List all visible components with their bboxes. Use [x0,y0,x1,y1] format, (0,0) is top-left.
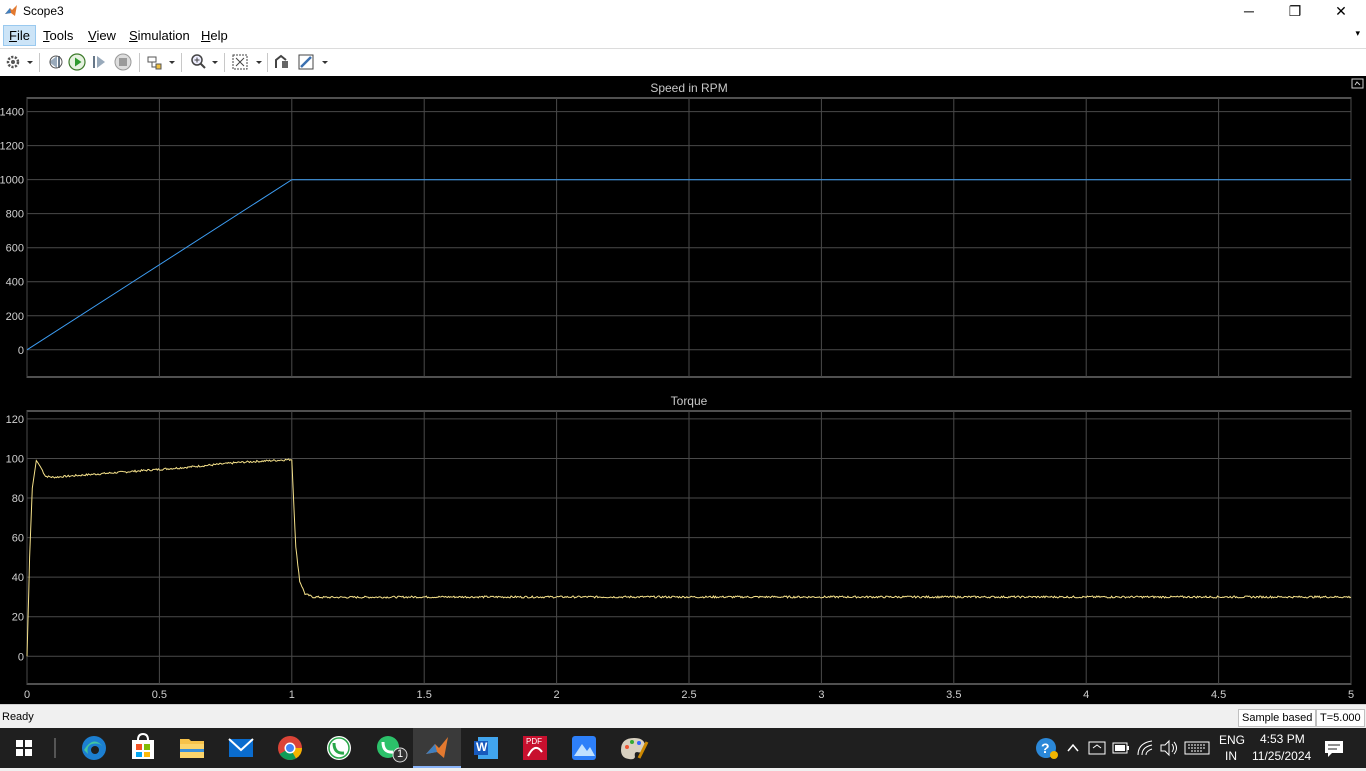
menu-tools[interactable]: Tools [38,26,78,45]
run-icon[interactable] [67,52,87,72]
x-tick-label: 1.5 [417,689,432,701]
style-icon[interactable] [296,52,330,72]
settings-icon[interactable] [4,52,34,72]
simulation-time: T=5.000 [1316,709,1365,727]
file-explorer-icon[interactable] [168,728,216,768]
axes-torque: Torque 0 0.5 1 1.5 2 2.5 3 3.5 4 4.5 5 0 20 40 60 80 100 1… [6,394,1354,701]
plot-title: Torque [671,394,708,408]
help-tray-icon[interactable]: ? [1032,728,1060,768]
word-icon[interactable]: W [462,728,510,768]
plot-title: Speed in RPM [650,81,727,95]
menu-help[interactable]: Help [196,26,233,45]
menu-simulation[interactable]: Simulation [124,26,195,45]
x-tick-label: 5 [1348,689,1354,701]
menu-bar: File Tools View Simulation Help ▾ [0,23,1366,48]
y-tick-label: 1200 [0,141,24,153]
y-tick-label: 60 [12,533,24,545]
restore-layout-icon[interactable] [272,52,292,72]
windows-start-icon[interactable] [0,728,48,768]
language-indicator[interactable]: ENG IN [1216,728,1246,768]
y-tick-label: 20 [12,612,24,624]
y-tick-label: 800 [6,209,24,221]
whatsapp-badge: 1 [397,748,404,760]
keyboard-icon[interactable] [1183,728,1211,768]
y-tick-label: 100 [6,453,24,465]
y-tick-label: 400 [6,277,24,289]
windows-taskbar: 1 W PDF ? ENG IN 4:53 PM 11/25/2024 [0,728,1366,768]
x-tick-label: 2 [554,689,560,701]
pdf-icon[interactable]: PDF [511,728,559,768]
y-tick-label: 1400 [0,107,24,119]
autoscale-icon[interactable] [230,52,264,72]
axes-speed: Speed in RPM 0 200 400 600 800 1000 1200 1400 [0,81,1352,378]
scope-plots[interactable]: Speed in RPM0200400600800100012001400Tor… [0,76,1366,704]
y-tick-label: 0 [18,345,24,357]
window-title: Scope3 [23,4,64,18]
matlab-icon[interactable] [413,728,461,768]
scope-display[interactable]: Speed in RPM 0 200 400 600 800 1000 1200 1400 Tor… [0,76,1366,704]
x-tick-label: 2.5 [681,689,696,701]
clock-date: 11/25/2024 [1252,749,1312,763]
y-tick-label: 120 [6,414,24,426]
x-tick-label: 4.5 [1211,689,1226,701]
toolbar [0,48,1366,77]
whatsapp-notify-icon[interactable]: 1 [364,728,412,768]
undock-icon [1351,78,1364,89]
x-tick-label: 3 [818,689,824,701]
matlab-app-icon [5,5,17,16]
collapse-toolstrip-icon[interactable]: ▾ [1355,28,1360,39]
x-tick-label: 0 [24,689,30,701]
mail-icon[interactable] [217,728,265,768]
word-letter: W [476,740,488,754]
store-icon[interactable] [119,728,167,768]
zoom-icon[interactable] [188,52,220,72]
title-bar: Scope3 ─ ❐ ✕ [0,0,1366,23]
y-tick-label: 40 [12,572,24,584]
step-forward-icon[interactable] [89,52,109,72]
volume-icon[interactable] [1158,728,1180,768]
show-hidden-icons-icon[interactable] [1064,728,1082,768]
language-bottom: IN [1225,749,1237,763]
pdf-label: PDF [526,737,542,746]
undock-arrow [1354,81,1361,86]
notifications-icon[interactable] [1322,728,1346,768]
minimize-button[interactable]: ─ [1226,0,1272,23]
chrome-icon[interactable] [266,728,314,768]
y-tick-label: 600 [6,243,24,255]
x-tick-label: 4 [1083,689,1089,701]
edge-icon[interactable] [70,728,118,768]
menu-file[interactable]: File [3,25,36,46]
status-ready: Ready [2,711,34,723]
y-tick-label: 200 [6,311,24,323]
stop-icon[interactable] [113,52,133,72]
maximize-button[interactable]: ❐ [1272,0,1318,23]
y-tick-label: 0 [18,651,24,663]
menu-view[interactable]: View [83,26,121,45]
clock[interactable]: 4:53 PM 11/25/2024 [1250,728,1312,768]
highlight-signal-icon[interactable] [145,52,177,72]
x-tick-label: 1 [289,689,295,701]
language-top: ENG [1219,733,1246,747]
paint-icon[interactable] [609,728,657,768]
network-drive-icon[interactable] [1086,728,1108,768]
status-bar: Ready Sample based T=5.000 [0,704,1366,729]
photos-icon[interactable] [560,728,608,768]
clock-time: 4:53 PM [1260,732,1305,746]
x-tick-label: 3.5 [946,689,961,701]
y-tick-label: 80 [12,493,24,505]
y-tick-label: 1000 [0,175,24,187]
wifi-icon[interactable] [1135,728,1157,768]
x-tick-label: 0.5 [152,689,167,701]
close-button[interactable]: ✕ [1318,0,1364,23]
sample-based-indicator: Sample based [1238,709,1317,727]
whatsapp-icon[interactable] [315,728,363,768]
battery-icon[interactable] [1110,728,1132,768]
help-glyph: ? [1041,740,1050,756]
step-back-icon[interactable] [45,52,65,72]
